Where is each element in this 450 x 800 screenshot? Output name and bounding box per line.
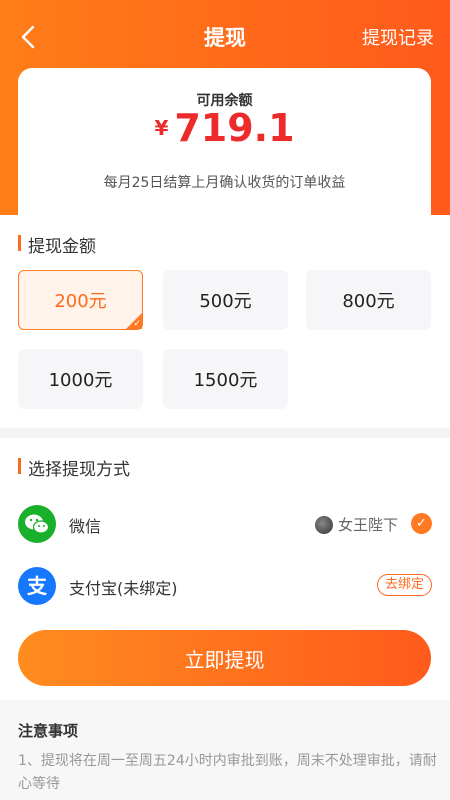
- amount-label: 500元: [199, 291, 252, 312]
- wechat-icon: [18, 505, 56, 543]
- payment-method-alipay[interactable]: 支 支付宝(未绑定) 去绑定: [0, 561, 450, 611]
- notice-title: 注意事项: [18, 722, 79, 740]
- wechat-label: 微信: [69, 517, 102, 536]
- check-icon: ✓: [133, 319, 141, 329]
- amount-label: 1500元: [193, 370, 258, 391]
- amount-option-500[interactable]: 500元: [163, 270, 288, 330]
- amount-option-1000[interactable]: 1000元: [18, 349, 143, 409]
- amount-option-200[interactable]: 200元 ✓: [18, 270, 143, 330]
- avatar: [314, 515, 333, 534]
- section-divider: [0, 428, 450, 438]
- amount-section-title: 提现金额: [18, 232, 96, 257]
- withdraw-now-button[interactable]: 立即提现: [18, 630, 431, 686]
- notice-text: 1、提现将在周一至周五24小时内审批到账，周末不处理审批，请耐心等待: [18, 753, 437, 792]
- payment-method-wechat[interactable]: 微信 女王陛下 ✓: [0, 499, 450, 549]
- amount-option-1500[interactable]: 1500元: [163, 349, 288, 409]
- wechat-user: 女王陛下: [314, 514, 398, 535]
- bind-alipay-button[interactable]: 去绑定: [376, 574, 432, 596]
- balance-card: 可用余额 ¥719.1 每月25日结算上月确认收货的订单收益: [18, 68, 431, 218]
- currency-symbol: ¥: [154, 116, 169, 140]
- amount-label: 800元: [342, 291, 395, 312]
- alipay-label: 支付宝(未绑定): [69, 579, 178, 598]
- alipay-icon: 支: [18, 567, 56, 605]
- balance-amount: ¥719.1: [18, 106, 431, 150]
- nav-bar: 提现 提现记录: [0, 0, 450, 74]
- amount-option-800[interactable]: 800元: [306, 270, 431, 330]
- amount-label: 200元: [54, 291, 107, 312]
- selected-check-icon: ✓: [411, 513, 432, 534]
- notice-panel: 注意事项 1、提现将在周一至周五24小时内审批到账，周末不处理审批，请耐心等待: [0, 700, 450, 800]
- balance-value: 719.1: [174, 106, 295, 150]
- method-section-title: 选择提现方式: [18, 455, 130, 480]
- wechat-username: 女王陛下: [337, 516, 398, 534]
- svg-text:支: 支: [27, 574, 48, 598]
- settlement-note: 每月25日结算上月确认收货的订单收益: [103, 175, 346, 191]
- amount-label: 1000元: [48, 370, 113, 391]
- withdraw-records-link[interactable]: 提现记录: [362, 24, 434, 50]
